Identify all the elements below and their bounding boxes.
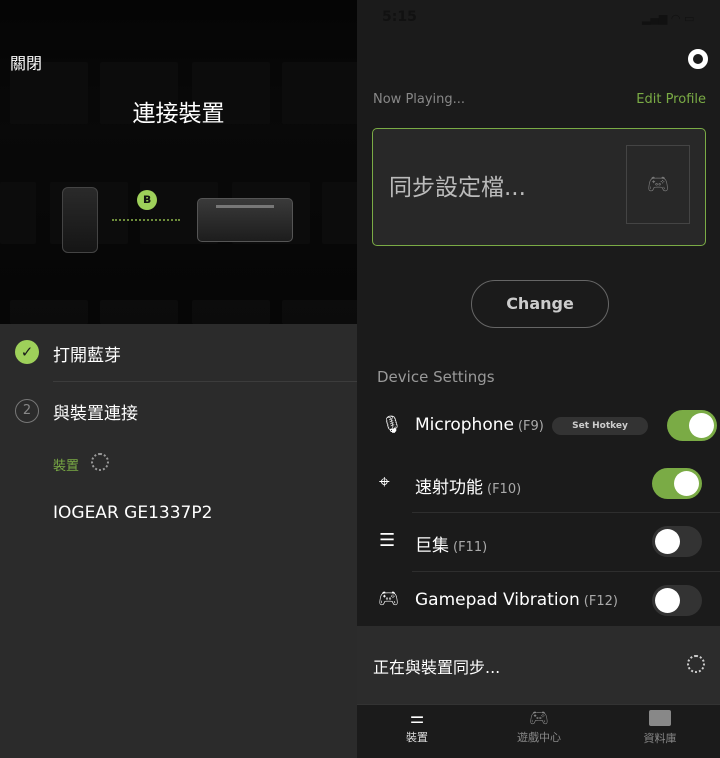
set-hotkey-button[interactable]: Set Hotkey (552, 417, 648, 435)
setting-label: 巨集 (415, 536, 449, 556)
gamepad-icon: 🎮︎ (378, 589, 400, 609)
tab-library[interactable]: 資料庫 (600, 708, 720, 746)
bluetooth-icon: ʙ (137, 190, 157, 210)
setting-label: 速射功能 (415, 478, 483, 498)
now-playing-label: Now Playing... (373, 92, 466, 107)
setting-label: Microphone (415, 415, 514, 435)
divider (412, 512, 720, 513)
connection-line (112, 219, 180, 221)
setting-key: (F11) (453, 540, 488, 555)
divider (412, 571, 720, 572)
hero-banner: 關閉 連接裝置 ʙ (0, 0, 357, 324)
tab-label: 裝置 (406, 731, 428, 744)
sliders-icon: ⚌ (409, 708, 425, 727)
status-icons: ▂▄▆ ◠ ▭ (642, 12, 695, 25)
divider (53, 381, 357, 382)
status-time: 5:15 (382, 9, 417, 25)
profile-card[interactable]: 同步設定檔... 🎮︎ (372, 128, 706, 246)
connect-device-panel: 關閉 連接裝置 ʙ ✓ 打開藍芽 2 與裝置連接 裝置 IOGEAR GE133… (0, 0, 357, 758)
setting-row-gamepad-vibration: 🎮︎ Gamepad Vibration (F12) (357, 580, 720, 624)
gamepad-icon: 🎮︎ (646, 174, 670, 195)
close-button[interactable]: 關閉 (10, 50, 42, 74)
list-icon: ☰ (379, 530, 396, 551)
setting-key: (F9) (517, 419, 544, 434)
setting-row-microphone: 🎙︎ Microphone (F9) Set Hotkey (357, 405, 720, 449)
sync-status-text: 正在與裝置同步... (373, 658, 501, 677)
setting-row-macro: ☰ 巨集 (F11) (357, 521, 720, 565)
rapid-fire-toggle[interactable] (652, 468, 702, 499)
setting-key: (F10) (487, 482, 522, 497)
edit-profile-link[interactable]: Edit Profile (636, 92, 706, 107)
device-icon (197, 198, 293, 242)
device-settings-label: Device Settings (377, 368, 495, 386)
page-title: 連接裝置 (132, 101, 225, 127)
setting-key: (F12) (583, 594, 618, 609)
tab-game-center[interactable]: 🎮︎ 遊戲中心 (479, 708, 599, 745)
change-button[interactable]: Change (471, 280, 609, 328)
step-1-label: 打開藍芽 (53, 346, 121, 366)
device-list-item[interactable]: IOGEAR GE1337P2 (53, 503, 212, 523)
tab-label: 遊戲中心 (517, 731, 561, 744)
gamepad-vibration-toggle[interactable] (652, 585, 702, 616)
crosshair-icon: ⌖ (379, 471, 390, 493)
settings-gear-icon[interactable] (688, 49, 708, 69)
game-cover: 🎮︎ (626, 145, 690, 224)
macro-toggle[interactable] (652, 526, 702, 557)
microphone-icon: 🎙︎ (381, 415, 403, 435)
loading-spinner-icon (687, 655, 705, 673)
phone-icon (62, 187, 98, 253)
gamepad-icon: 🎮︎ (528, 708, 550, 727)
tab-device[interactable]: ⚌ 裝置 (357, 708, 477, 745)
sync-status-bar: 正在與裝置同步... (357, 626, 720, 704)
profile-text: 同步設定檔... (389, 175, 526, 201)
loading-spinner-icon (91, 453, 109, 471)
device-settings-panel: 5:15 ▂▄▆ ◠ ▭ Now Playing... Edit Profile… (357, 0, 720, 758)
folder-icon (649, 710, 671, 726)
setting-row-rapid-fire: ⌖ 速射功能 (F10) (357, 463, 720, 507)
microphone-toggle[interactable] (667, 410, 717, 441)
device-section-label: 裝置 (53, 459, 80, 474)
step-2-number: 2 (15, 399, 39, 423)
step-2-label: 與裝置連接 (53, 404, 138, 424)
tab-label: 資料庫 (643, 732, 677, 745)
step-1-check-icon: ✓ (15, 340, 39, 364)
setting-label: Gamepad Vibration (415, 590, 580, 610)
